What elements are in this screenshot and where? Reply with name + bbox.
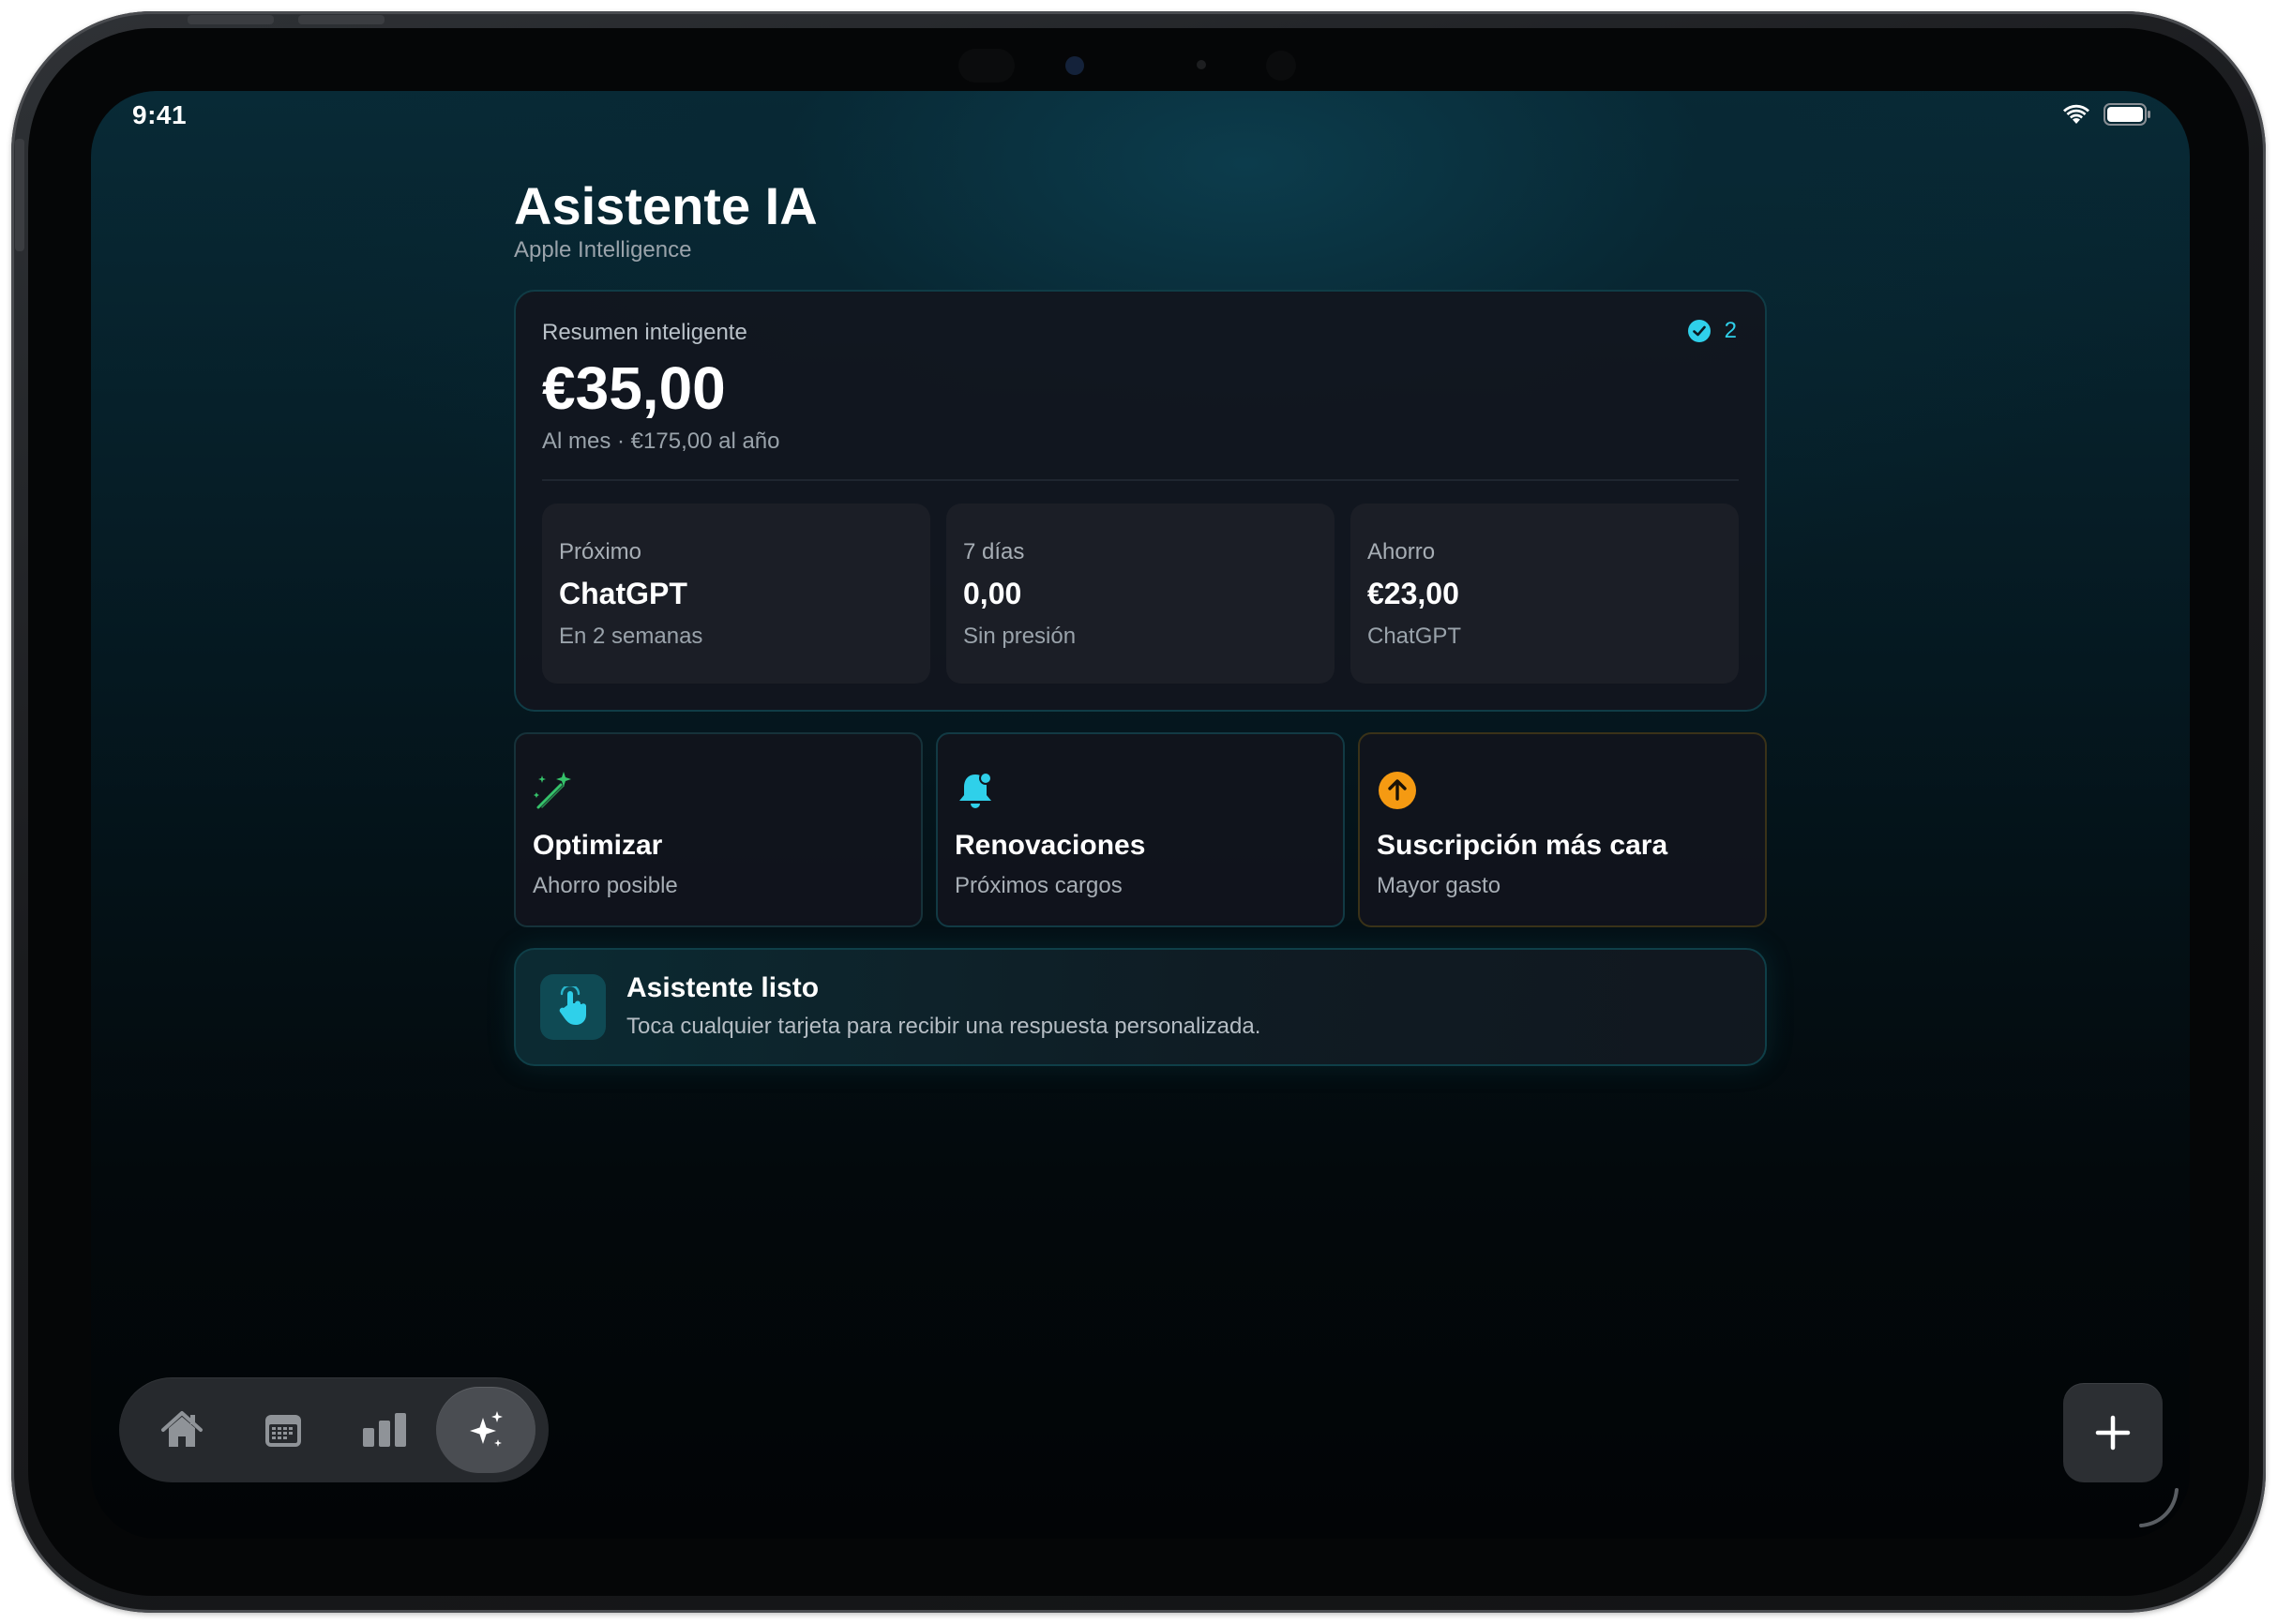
action-title: Suscripción más cara	[1377, 830, 1668, 861]
assistant-text: Toca cualquier tarjeta para recibir una …	[626, 1014, 1261, 1039]
volume-button	[298, 15, 385, 24]
house-icon	[161, 1411, 203, 1447]
tab-bar	[119, 1377, 549, 1482]
plus-icon	[2095, 1415, 2131, 1451]
action-title: Optimizar	[533, 830, 663, 861]
front-camera	[958, 49, 1334, 83]
arrow-up-circle-icon	[1379, 772, 1416, 809]
assistant-ready-banner[interactable]: Asistente listo Toca cualquier tarjeta p…	[514, 948, 1767, 1066]
divider	[542, 479, 1739, 481]
stat-value: 0,00	[963, 577, 1022, 610]
stat-label: 7 días	[963, 539, 1025, 564]
stat-foot: ChatGPT	[1367, 624, 1462, 649]
tab-calendar[interactable]	[234, 1387, 333, 1473]
summary-badge-count: 2	[1724, 318, 1737, 343]
tab-home[interactable]	[132, 1387, 232, 1473]
bar-chart-icon	[363, 1413, 406, 1447]
magic-wand-icon	[534, 772, 571, 809]
renewals-card[interactable]: Renovaciones Próximos cargos	[936, 732, 1345, 927]
stat-7-days[interactable]: 7 días 0,00 Sin presión	[946, 504, 1335, 684]
assistant-title: Asistente listo	[626, 972, 820, 1003]
volume-button	[188, 15, 274, 24]
tap-hand-icon	[540, 974, 606, 1040]
summary-label: Resumen inteligente	[542, 320, 747, 345]
stat-next[interactable]: Próximo ChatGPT En 2 semanas	[542, 504, 930, 684]
action-subtitle: Mayor gasto	[1377, 873, 1501, 898]
bell-icon	[959, 772, 992, 808]
summary-amount: €35,00	[542, 354, 726, 422]
action-subtitle: Ahorro posible	[533, 873, 678, 898]
stat-value: ChatGPT	[559, 577, 687, 610]
resize-handle[interactable]	[2137, 1486, 2180, 1529]
tab-stats[interactable]	[335, 1387, 434, 1473]
stat-value: €23,00	[1367, 577, 1459, 610]
battery-icon	[2104, 103, 2150, 126]
wifi-icon	[2063, 104, 2089, 124]
status-time: 9:41	[132, 100, 188, 129]
summary-subtext: Al mes · €175,00 al año	[542, 429, 780, 454]
add-button[interactable]	[2063, 1383, 2163, 1482]
smart-summary-card[interactable]: Resumen inteligente 2 €35,00 Al mes · €1…	[514, 290, 1767, 712]
action-title: Renovaciones	[955, 830, 1146, 861]
sparkles-icon	[470, 1411, 503, 1447]
action-subtitle: Próximos cargos	[955, 873, 1123, 898]
tab-assistant[interactable]	[436, 1387, 535, 1473]
stat-label: Ahorro	[1367, 539, 1436, 564]
stat-savings[interactable]: Ahorro €23,00 ChatGPT	[1350, 504, 1739, 684]
summary-badge[interactable]: 2	[1687, 318, 1737, 344]
page-subtitle: Apple Intelligence	[514, 237, 692, 263]
page-title: Asistente IA	[514, 176, 818, 235]
screen: 9:41 Asistente IA Apple Intelligence Res…	[91, 91, 2190, 1539]
stat-foot: En 2 semanas	[559, 624, 703, 649]
stat-foot: Sin presión	[963, 624, 1077, 649]
most-expensive-card[interactable]: Suscripción más cara Mayor gasto	[1358, 732, 1767, 927]
stat-label: Próximo	[559, 539, 642, 564]
optimize-card[interactable]: Optimizar Ahorro posible	[514, 732, 923, 927]
checkmark-circle-icon	[1687, 320, 1711, 342]
power-button	[15, 139, 24, 251]
status-icons	[2062, 102, 2152, 127]
calendar-icon	[265, 1415, 301, 1447]
